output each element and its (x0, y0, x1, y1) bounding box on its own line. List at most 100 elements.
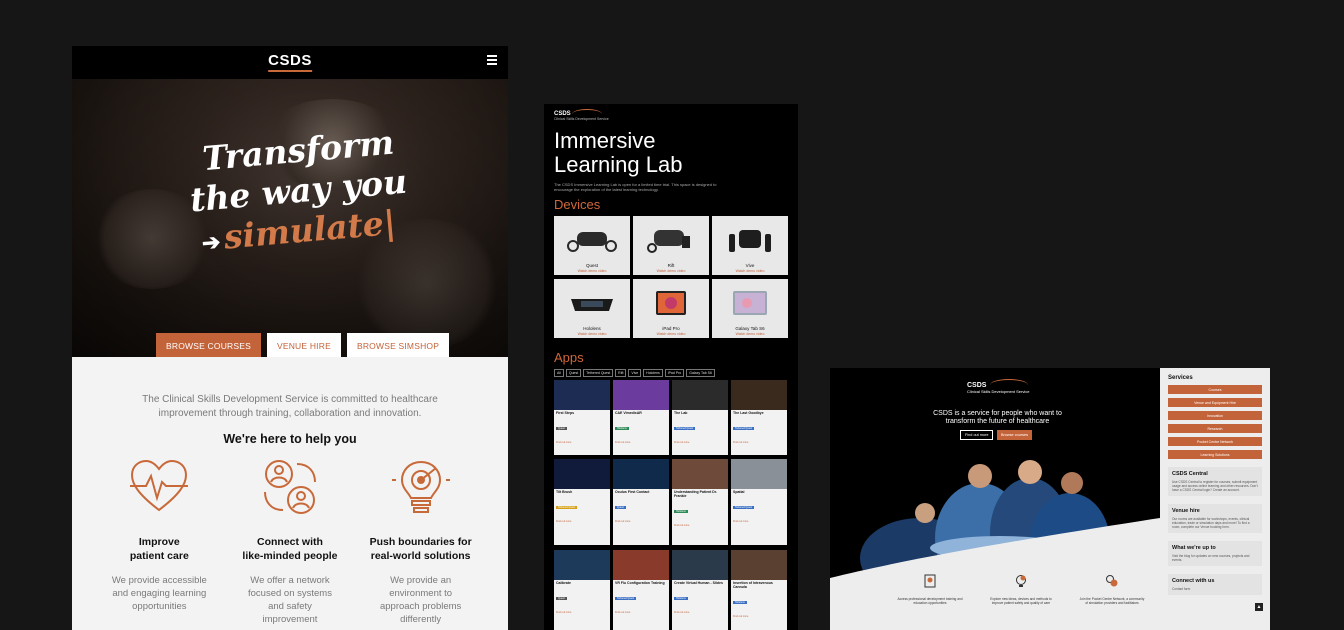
venue-hire-button[interactable]: VENUE HIRE (266, 333, 341, 357)
hero-buttons: BROWSE COURSES VENUE HIRE BROWSE SIMSHOP (156, 333, 450, 357)
app-card[interactable]: Insertion of Intravenous Cannula Hololens… (731, 550, 787, 630)
device-card[interactable]: Rift Watch demo video (633, 216, 709, 275)
feature-push-boundaries: Push boundaries for real-world solutions… (361, 456, 481, 626)
service-button-learning-solutions[interactable]: Learning Solutions (1168, 450, 1262, 459)
app-card[interactable]: The Last Goodbye Tethered Quest Find out … (731, 380, 787, 455)
filter-chip[interactable]: All (554, 369, 564, 377)
app-link[interactable]: Find out more (672, 610, 728, 615)
apps-heading: Apps (554, 350, 584, 365)
network-people-icon (1106, 575, 1118, 587)
box-text: Contact form (1172, 587, 1191, 591)
filter-chip[interactable]: Galaxy Tab S6 (686, 369, 715, 377)
app-link[interactable]: Find out more (672, 440, 728, 445)
service-button-courses[interactable]: Courses (1168, 385, 1262, 394)
app-title: Oculus First Contact (615, 490, 650, 494)
device-link[interactable]: Watch demo video (554, 332, 630, 336)
feature-improve-care: Improve patient care We provide accessib… (99, 456, 219, 626)
filter-chip[interactable]: Vive (628, 369, 642, 377)
device-name: iPad Pro (662, 326, 680, 331)
device-card[interactable]: Galaxy Tab S6 Watch demo video (712, 279, 788, 338)
app-link[interactable]: Find out more (613, 519, 669, 524)
box-text: Our rooms are available for workshops, e… (1172, 517, 1250, 529)
app-card[interactable]: Oculus First Contact Quest Find out more (613, 459, 669, 545)
feature-item: Explore new ideas, devices and methods t… (987, 574, 1055, 605)
app-title: The Last Goodbye (733, 411, 764, 415)
heart-pulse-icon (130, 459, 189, 512)
app-link[interactable]: Find out more (554, 519, 610, 524)
app-link[interactable]: Find out more (613, 440, 669, 445)
app-card[interactable]: Understanding Patient Dr. Frankie Hololen… (672, 459, 728, 545)
device-link[interactable]: Watch demo video (712, 332, 788, 336)
scroll-to-top-icon[interactable]: ▲ (1255, 603, 1263, 611)
device-card[interactable]: Hololens Watch demo video (554, 279, 630, 338)
tablet-icon (656, 291, 686, 315)
vr-headset-icon (647, 230, 690, 253)
filter-chip[interactable]: Hololens (643, 369, 663, 377)
filter-chip[interactable]: iPad Pro (664, 369, 685, 377)
app-thumbnail (731, 459, 787, 489)
device-card[interactable]: Quest Watch demo video (554, 216, 630, 275)
app-card[interactable]: Tilt Brush Tethered Quest Find out more (554, 459, 610, 545)
filter-chip[interactable]: Quest (565, 369, 582, 377)
app-platform-badge: Tethered Quest (733, 506, 755, 509)
device-name: Hololens (583, 326, 601, 331)
app-title: First Steps (556, 411, 575, 415)
feature-item: Join the Pocket Centre Network, a commun… (1078, 574, 1146, 605)
device-name: Vive (745, 263, 755, 268)
feature-connect-people: Connect with like-minded people We offer… (230, 456, 350, 626)
app-card[interactable]: Calibrate Quest Find out more (554, 550, 610, 630)
page-title: Immersive Learning Lab (554, 128, 683, 177)
box-title: Venue hire (1172, 508, 1200, 514)
app-link[interactable]: Find out more (731, 440, 787, 445)
hamburger-menu-icon[interactable] (487, 55, 497, 67)
certificate-icon (924, 574, 936, 588)
logo-arc-icon (990, 379, 1028, 391)
find-out-more-button[interactable]: Find out more (960, 430, 994, 440)
hero-banner: Transform the way you ➔simulate| BROWSE … (72, 79, 508, 357)
browse-courses-button[interactable]: Browse courses (997, 430, 1033, 440)
service-button-venue-hire[interactable]: Venue and Equipment Hire (1168, 398, 1262, 407)
app-title: Tilt Brush (556, 490, 573, 494)
app-card[interactable]: CAE VimedixAR Hololens Find out more (613, 380, 669, 455)
app-link[interactable]: Find out more (613, 610, 669, 615)
device-card[interactable]: iPad Pro Watch demo video (633, 279, 709, 338)
app-card[interactable]: Spatial Tethered Quest Find out more (731, 459, 787, 545)
app-card[interactable]: The Lab Tethered Quest Find out more (672, 380, 728, 455)
filter-chip[interactable]: Tethered Quest (583, 369, 614, 377)
app-platform-badge: Tethered Quest (733, 427, 755, 430)
app-link[interactable]: Find out more (672, 523, 728, 528)
app-link[interactable]: Find out more (731, 614, 787, 619)
feature-text: Explore new ideas, devices and methods t… (990, 597, 1052, 605)
box-title: What we're up to (1172, 545, 1216, 551)
app-card[interactable]: VR Flu Configuration Training Tethered Qu… (613, 550, 669, 630)
app-card[interactable]: First Steps Quest Find out more (554, 380, 610, 455)
app-link[interactable]: Find out more (554, 440, 610, 445)
browse-simshop-button[interactable]: BROWSE SIMSHOP (346, 333, 450, 357)
app-thumbnail (731, 550, 787, 580)
device-link[interactable]: Watch demo video (554, 269, 630, 273)
app-platform-badge: Hololens (733, 601, 747, 604)
app-card[interactable]: Create Virtual Human - Slides Hololens Fi… (672, 550, 728, 630)
app-link[interactable]: Find out more (554, 610, 610, 615)
device-link[interactable]: Watch demo video (633, 269, 709, 273)
service-button-pocket-centre[interactable]: Pocket Centre Network (1168, 437, 1262, 446)
csds-logo[interactable]: CSDS (268, 52, 312, 72)
app-title: VR Flu Configuration Training (615, 581, 665, 585)
device-card[interactable]: Vive Watch demo video (712, 216, 788, 275)
mockup-canvas: CSDS Transform the way you ➔simulate| BR… (0, 0, 1344, 630)
feature-description: We provide accessible and engaging learn… (111, 575, 207, 612)
feature-title: Improve patient care (129, 536, 189, 562)
feature-icons: Access professional development training… (896, 574, 1146, 605)
feature-text: Join the Pocket Centre Network, a commun… (1079, 597, 1145, 605)
device-link[interactable]: Watch demo video (633, 332, 709, 336)
arrow-right-icon: ➔ (200, 229, 222, 257)
browse-courses-button[interactable]: BROWSE COURSES (156, 333, 261, 357)
app-thumbnail (554, 550, 610, 580)
desktop-hero: CSDS Clinical Skills Development Service … (830, 368, 1160, 630)
app-link[interactable]: Find out more (731, 519, 787, 524)
service-button-innovation[interactable]: Innovation (1168, 411, 1262, 420)
service-button-research[interactable]: Research (1168, 424, 1262, 433)
app-thumbnail (554, 459, 610, 489)
filter-chip[interactable]: Rift (615, 369, 627, 377)
device-link[interactable]: Watch demo video (712, 269, 788, 273)
